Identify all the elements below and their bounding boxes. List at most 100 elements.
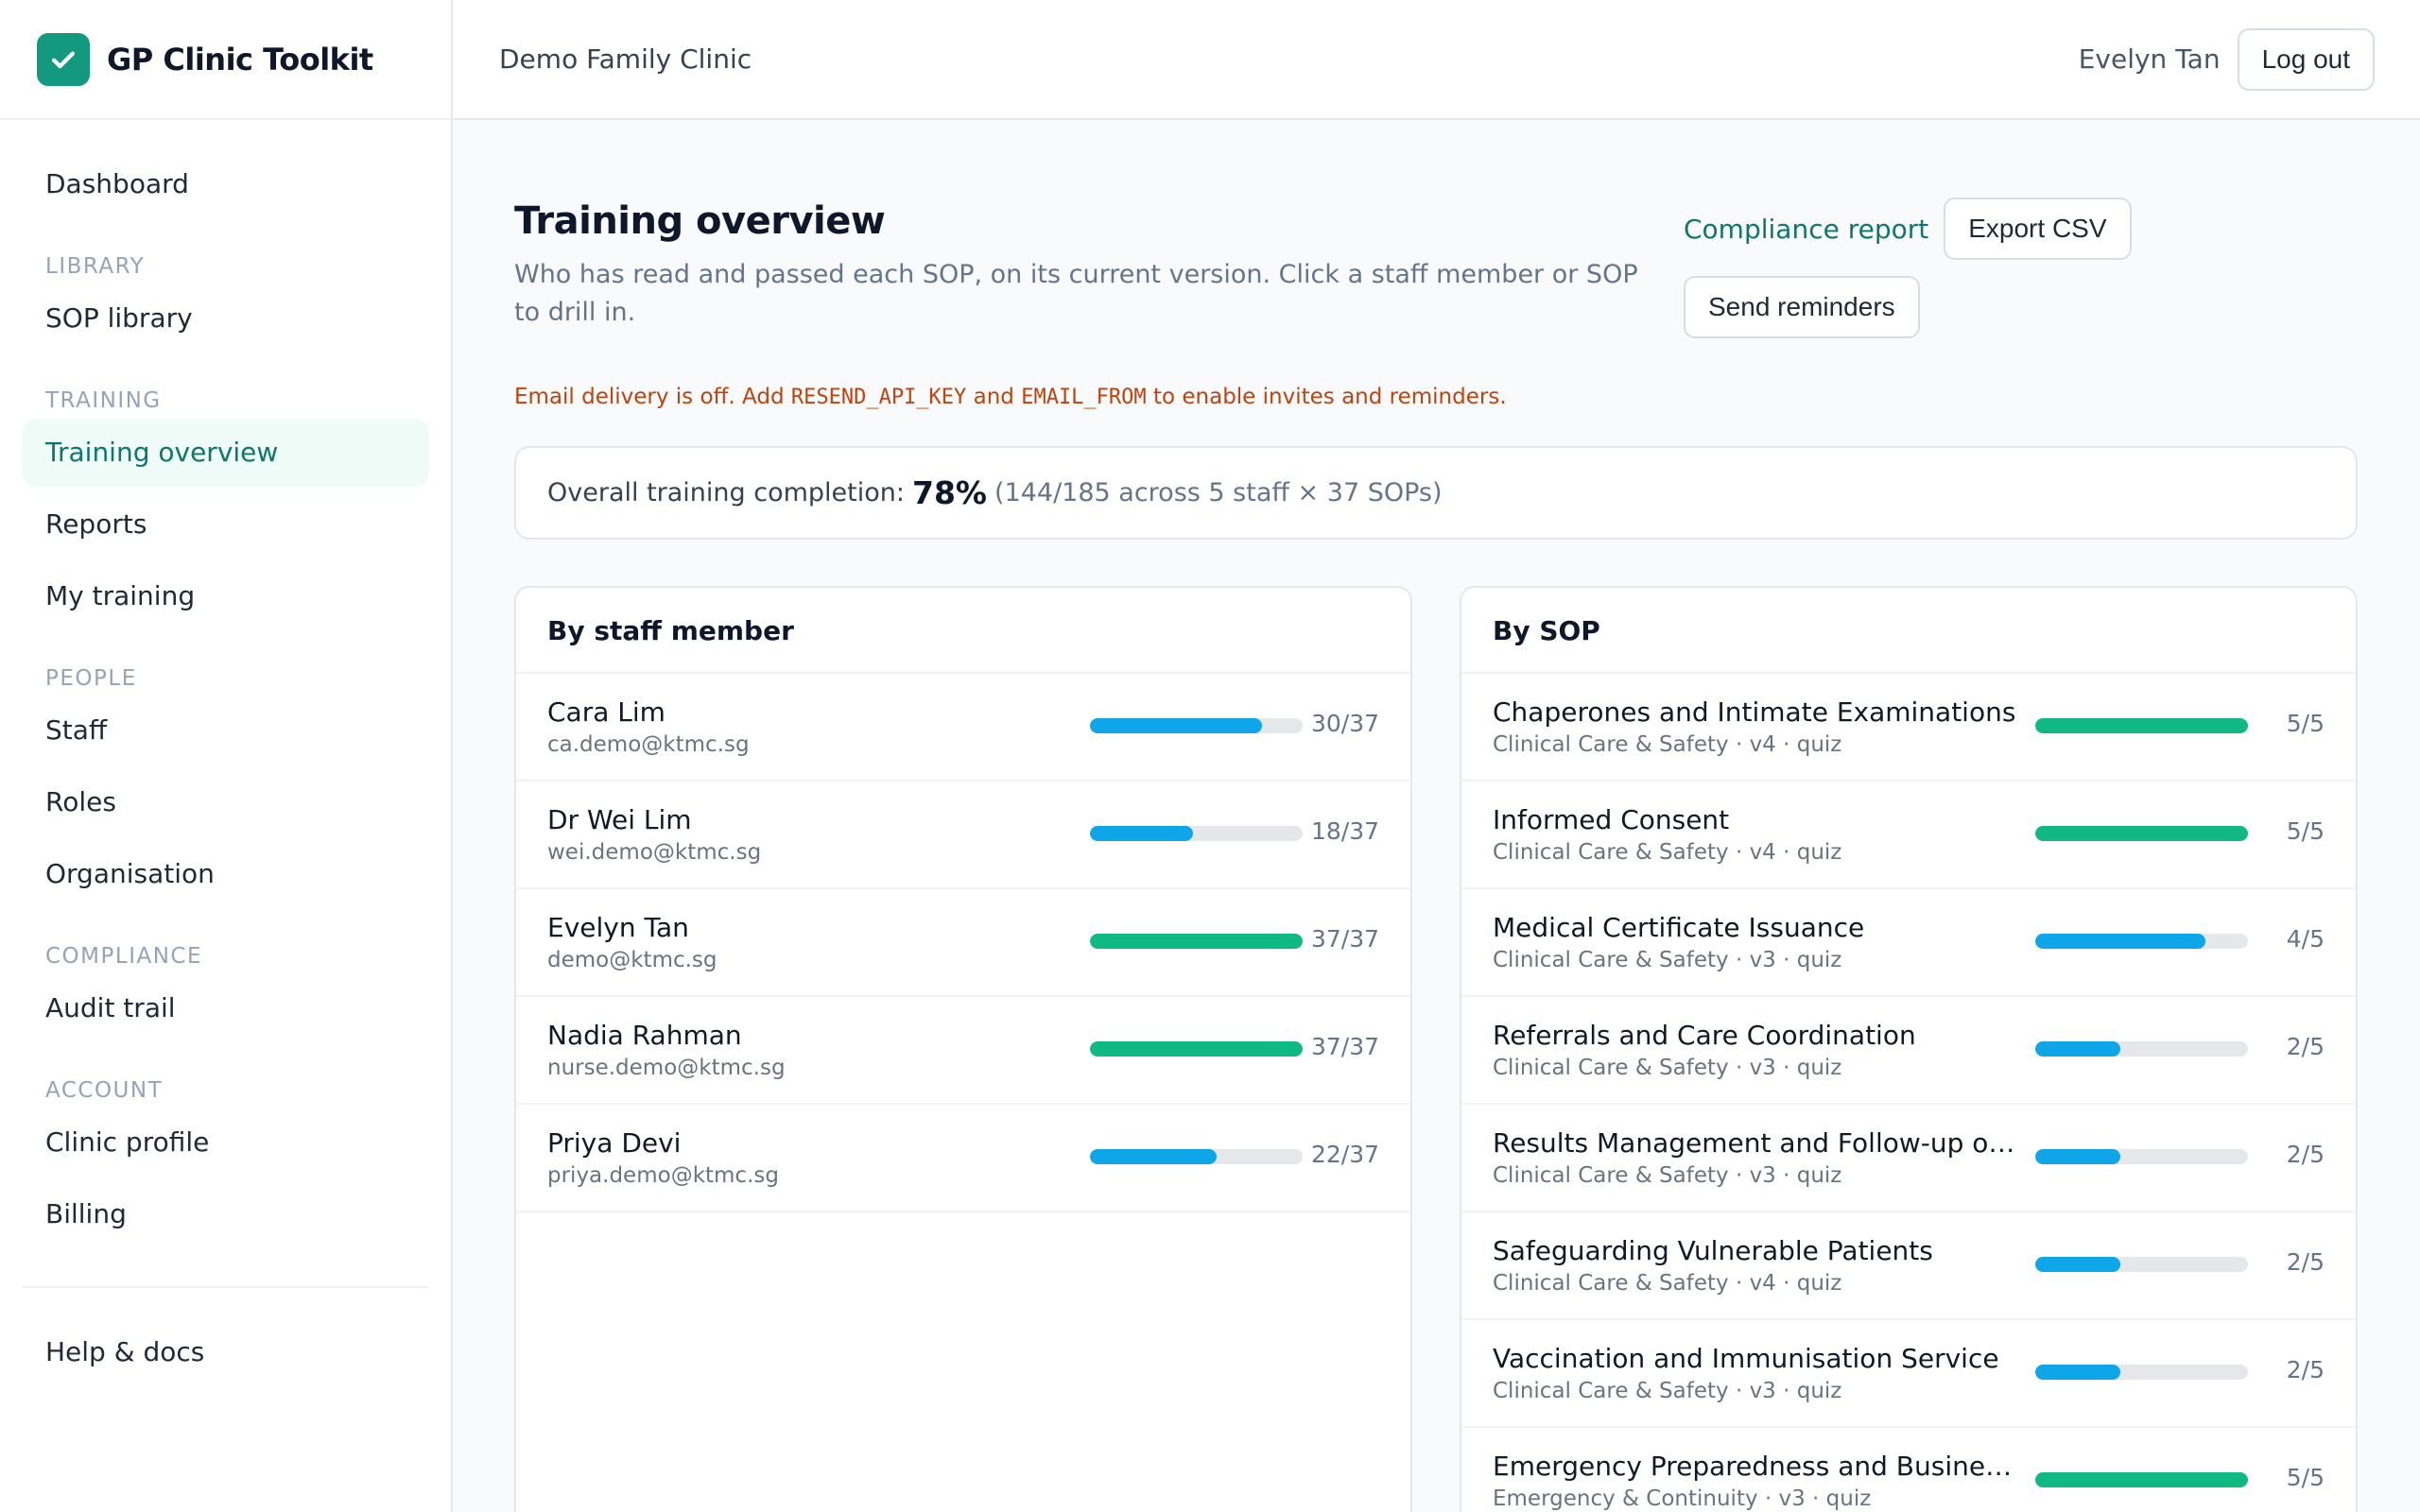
progress-count: 5/5: [2286, 710, 2325, 737]
row-subtitle: Clinical Care & Safety · v4 · quiz: [1493, 840, 1842, 865]
row-title: Emergency Preparedness and Business Co..…: [1493, 1451, 2022, 1482]
progress-count: 4/5: [2286, 925, 2325, 953]
staff-row[interactable]: Evelyn Tan demo@ktmc.sg 37/37: [516, 889, 1410, 997]
row-subtitle: Clinical Care & Safety · v3 · quiz: [1493, 1056, 1842, 1080]
warning-key-email-from: EMAIL_FROM: [1021, 386, 1147, 409]
row-title: Safeguarding Vulnerable Patients: [1493, 1235, 1933, 1266]
warning-text: Email delivery is off. Add: [514, 385, 791, 409]
progress-count: 22/37: [1310, 1141, 1379, 1168]
sop-row[interactable]: Informed Consent Clinical Care & Safety ·…: [1461, 782, 2356, 889]
progress-fill: [1090, 826, 1194, 841]
progress-count: 2/5: [2286, 1141, 2325, 1168]
progress-count: 30/37: [1310, 710, 1379, 737]
staff-row[interactable]: Nadia Rahman nurse.demo@ktmc.sg 37/37: [516, 997, 1410, 1105]
progress-count: 37/37: [1310, 925, 1379, 953]
row-title: Results Management and Follow-up of Ab..…: [1493, 1127, 2022, 1159]
compliance-report-link[interactable]: Compliance report: [1684, 214, 1928, 245]
progress-fill: [1090, 1041, 1303, 1057]
staff-row[interactable]: Cara Lim ca.demo@ktmc.sg 30/37: [516, 674, 1410, 782]
staff-panel-title: By staff member: [516, 588, 1410, 674]
page-title: Training overview: [514, 199, 886, 243]
brand-name: GP Clinic Toolkit: [107, 41, 373, 77]
overall-percent: 78%: [912, 474, 987, 511]
page-subtitle: Who has read and passed each SOP, on its…: [514, 260, 1638, 327]
sidebar-item-my-training[interactable]: My training: [23, 562, 428, 630]
nav-divider: [23, 1286, 428, 1288]
page-actions: Compliance report Export CSV Send remind…: [1684, 198, 2175, 338]
sidebar-item-sop-library[interactable]: SOP library: [23, 284, 428, 352]
row-subtitle: priya.demo@ktmc.sg: [547, 1163, 779, 1188]
sidebar-item-staff[interactable]: Staff: [23, 696, 428, 765]
row-subtitle: Clinical Care & Safety · v3 · quiz: [1493, 948, 1842, 972]
sidebar: GP Clinic Toolkit Dashboard LIBRARY SOP …: [0, 0, 453, 1512]
row-subtitle: ca.demo@ktmc.sg: [547, 732, 750, 757]
overall-detail: (144/185 across 5 staff × 37 SOPs): [994, 478, 1443, 507]
sidebar-item-billing[interactable]: Billing: [23, 1180, 428, 1248]
sidebar-nav: Dashboard LIBRARY SOP library TRAINING T…: [0, 120, 451, 1386]
progress-bar: [2035, 718, 2248, 733]
user-name: Evelyn Tan: [2078, 43, 2221, 75]
sop-row[interactable]: Vaccination and Immunisation Service Clin…: [1461, 1320, 2356, 1428]
warning-text: and: [966, 385, 1022, 409]
sidebar-item-dashboard[interactable]: Dashboard: [23, 150, 428, 218]
progress-bar: [1090, 718, 1303, 733]
progress-bar: [1090, 1149, 1303, 1164]
sidebar-item-training-overview[interactable]: Training overview: [23, 419, 428, 487]
row-title: Medical Certificate Issuance: [1493, 912, 1865, 943]
sidebar-item-audit-trail[interactable]: Audit trail: [23, 974, 428, 1042]
sidebar-item-organisation[interactable]: Organisation: [23, 840, 428, 908]
sop-panel: By SOP Chaperones and Intimate Examinati…: [1460, 586, 2358, 1512]
overall-label: Overall training completion:: [547, 478, 905, 507]
nav-section-training: TRAINING: [45, 388, 162, 413]
progress-bar: [2035, 934, 2248, 949]
progress-count: 2/5: [2286, 1248, 2325, 1276]
progress-fill: [2035, 934, 2205, 949]
progress-count: 5/5: [2286, 1464, 2325, 1491]
progress-bar: [1090, 934, 1303, 949]
staff-row[interactable]: Priya Devi priya.demo@ktmc.sg 22/37: [516, 1105, 1410, 1212]
staff-list: Cara Lim ca.demo@ktmc.sg 30/37 Dr Wei Lim we…: [516, 674, 1410, 1212]
nav-section-people: PEOPLE: [45, 666, 137, 691]
check-icon: [37, 32, 90, 86]
row-subtitle: Clinical Care & Safety · v3 · quiz: [1493, 1379, 1842, 1403]
sop-row[interactable]: Chaperones and Intimate Examinations Clin…: [1461, 674, 2356, 782]
row-title: Cara Lim: [547, 696, 666, 728]
nav-section-compliance: COMPLIANCE: [45, 944, 203, 969]
export-csv-button[interactable]: Export CSV: [1944, 198, 2132, 260]
sidebar-item-roles[interactable]: Roles: [23, 768, 428, 836]
sidebar-item-reports[interactable]: Reports: [23, 490, 428, 558]
warning-text: to enable invites and reminders.: [1146, 385, 1507, 409]
row-subtitle: nurse.demo@ktmc.sg: [547, 1056, 786, 1080]
brand[interactable]: GP Clinic Toolkit: [0, 0, 451, 120]
row-title: Dr Wei Lim: [547, 804, 692, 835]
sop-row[interactable]: Safeguarding Vulnerable Patients Clinical…: [1461, 1212, 2356, 1320]
sidebar-item-help-docs[interactable]: Help & docs: [23, 1318, 428, 1386]
progress-count: 18/37: [1310, 817, 1379, 845]
staff-row[interactable]: Dr Wei Lim wei.demo@ktmc.sg 18/37: [516, 782, 1410, 889]
progress-fill: [2035, 1257, 2120, 1272]
row-title: Evelyn Tan: [547, 912, 689, 943]
sop-row[interactable]: Medical Certificate Issuance Clinical Car…: [1461, 889, 2356, 997]
sop-row[interactable]: Results Management and Follow-up of Ab..…: [1461, 1105, 2356, 1212]
progress-count: 37/37: [1310, 1033, 1379, 1060]
sidebar-item-clinic-profile[interactable]: Clinic profile: [23, 1108, 428, 1177]
progress-count: 5/5: [2286, 817, 2325, 845]
progress-bar: [2035, 1149, 2248, 1164]
progress-bar: [1090, 1041, 1303, 1057]
logout-button[interactable]: Log out: [2237, 27, 2375, 91]
topbar: Demo Family Clinic Evelyn Tan Log out: [454, 0, 2420, 120]
row-subtitle: Clinical Care & Safety · v4 · quiz: [1493, 1271, 1842, 1296]
progress-fill: [2035, 718, 2248, 733]
row-title: Chaperones and Intimate Examinations: [1493, 696, 2016, 728]
row-subtitle: Clinical Care & Safety · v3 · quiz: [1493, 1163, 1842, 1188]
nav-section-library: LIBRARY: [45, 254, 146, 279]
row-subtitle: Emergency & Continuity · v3 · quiz: [1493, 1486, 1872, 1511]
warning-key-resend: RESEND_API_KEY: [790, 386, 967, 409]
row-subtitle: Clinical Care & Safety · v4 · quiz: [1493, 732, 1842, 757]
sop-row[interactable]: Emergency Preparedness and Business Co..…: [1461, 1428, 2356, 1512]
progress-bar: [1090, 826, 1303, 841]
progress-count: 2/5: [2286, 1356, 2325, 1383]
progress-fill: [2035, 826, 2248, 841]
send-reminders-button[interactable]: Send reminders: [1684, 276, 1920, 338]
sop-row[interactable]: Referrals and Care Coordination Clinical …: [1461, 997, 2356, 1105]
